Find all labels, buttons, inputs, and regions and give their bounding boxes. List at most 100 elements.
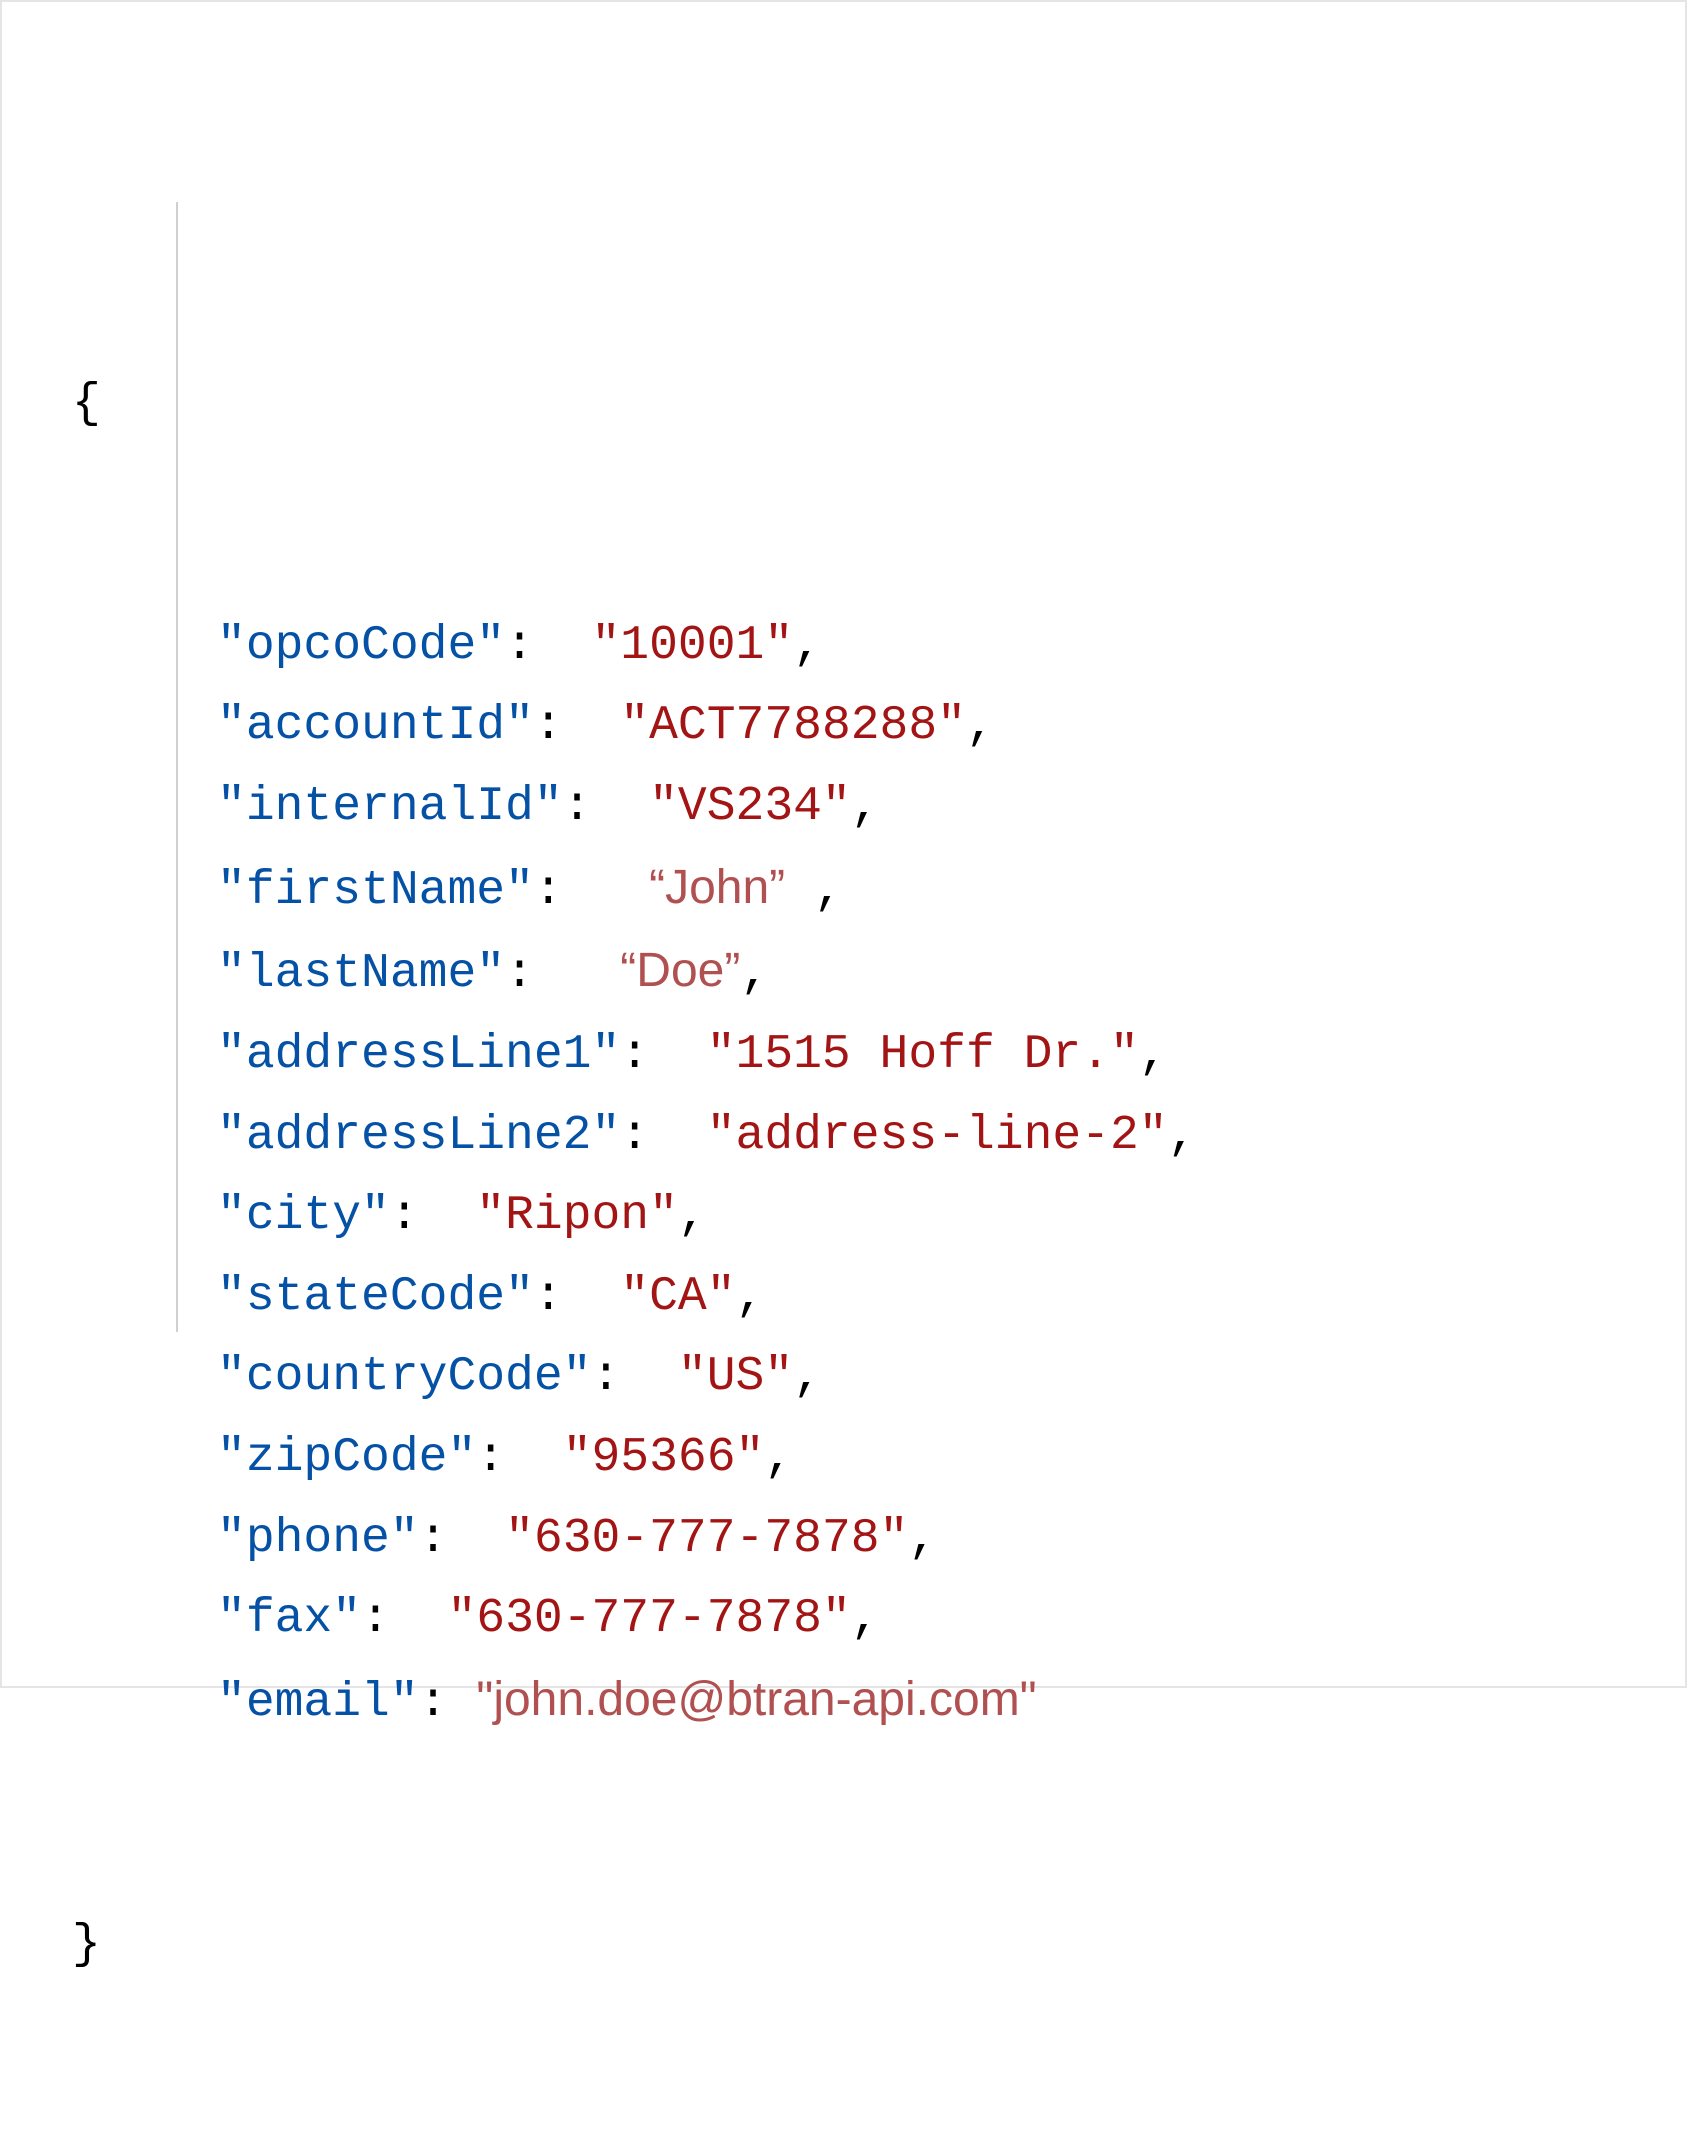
json-value: 630-777-7878 <box>534 1512 880 1566</box>
key-quote: " <box>563 1350 592 1404</box>
json-key: city <box>246 1189 361 1243</box>
value-quote: " <box>880 1512 909 1566</box>
key-quote: " <box>217 1189 246 1243</box>
json-key: addressLine2 <box>246 1109 592 1163</box>
key-quote: " <box>505 1270 534 1324</box>
json-value: "john.doe@btran-api.com" <box>476 1673 1036 1726</box>
comma: , <box>1168 1109 1197 1163</box>
json-value: 10001 <box>620 619 764 673</box>
comma: , <box>764 1431 793 1485</box>
comma: , <box>793 1350 822 1404</box>
colon: : <box>505 619 563 673</box>
json-value: 1515 Hoff Dr. <box>736 1028 1110 1082</box>
colon: : <box>534 1270 592 1324</box>
key-quote: " <box>447 1431 476 1485</box>
json-line: "phone": "630-777-7878", <box>72 1499 1615 1580</box>
key-quote: " <box>217 1350 246 1404</box>
json-key: internalId <box>246 780 534 834</box>
json-key: phone <box>246 1512 390 1566</box>
value-quote: " <box>736 1431 765 1485</box>
value-quote: " <box>822 780 851 834</box>
json-line: "opcoCode": "10001", <box>72 606 1615 687</box>
open-brace: { <box>72 364 1615 445</box>
json-value: US <box>707 1350 765 1404</box>
comma: , <box>793 619 822 673</box>
colon: : <box>534 864 592 918</box>
key-quote: " <box>217 619 246 673</box>
json-line: "accountId": "ACT7788288", <box>72 686 1615 767</box>
json-value: address-line-2 <box>736 1109 1139 1163</box>
json-content: { "opcoCode": "10001","accountId": "ACT7… <box>72 122 1615 2147</box>
json-key: lastName <box>246 947 476 1001</box>
value-quote: " <box>1139 1109 1168 1163</box>
value-quote: " <box>649 780 678 834</box>
key-quote: " <box>217 947 246 1001</box>
colon: : <box>505 947 563 1001</box>
json-key: countryCode <box>246 1350 563 1404</box>
value-quote: " <box>476 1189 505 1243</box>
key-quote: " <box>217 1431 246 1485</box>
colon: : <box>390 1189 448 1243</box>
value-quote: " <box>649 1189 678 1243</box>
json-key: stateCode <box>246 1270 505 1324</box>
json-line: "internalId": "VS234", <box>72 767 1615 848</box>
key-quote: " <box>217 1592 246 1646</box>
json-line: "fax": "630-777-7878", <box>72 1579 1615 1660</box>
comma: , <box>908 1512 937 1566</box>
key-quote: " <box>361 1189 390 1243</box>
colon: : <box>476 1431 534 1485</box>
key-quote: " <box>217 1676 246 1730</box>
colon: : <box>620 1109 678 1163</box>
value-quote: " <box>937 699 966 753</box>
json-line: "email": "john.doe@btran-api.com" <box>72 1660 1615 1744</box>
json-line: "firstName": “John” , <box>72 848 1615 932</box>
key-quote: " <box>217 864 246 918</box>
colon: : <box>419 1676 448 1730</box>
colon: : <box>620 1028 678 1082</box>
json-value: 630-777-7878 <box>476 1592 822 1646</box>
json-key: fax <box>246 1592 332 1646</box>
indent-guide-line <box>176 202 178 1332</box>
key-quote: " <box>476 947 505 1001</box>
value-quote: " <box>591 619 620 673</box>
comma: , <box>1139 1028 1168 1082</box>
json-code-block: { "opcoCode": "10001","accountId": "ACT7… <box>0 0 1687 1688</box>
value-quote: " <box>620 699 649 753</box>
key-quote: " <box>591 1109 620 1163</box>
colon: : <box>534 699 592 753</box>
comma: , <box>814 864 843 918</box>
value-quote: " <box>707 1270 736 1324</box>
json-key: addressLine1 <box>246 1028 592 1082</box>
key-quote: " <box>505 864 534 918</box>
key-quote: " <box>505 699 534 753</box>
value-quote: " <box>764 1350 793 1404</box>
key-quote: " <box>476 619 505 673</box>
json-value: VS234 <box>678 780 822 834</box>
json-key: opcoCode <box>246 619 476 673</box>
json-line: "addressLine1": "1515 Hoff Dr.", <box>72 1015 1615 1096</box>
json-line: "addressLine2": "address-line-2", <box>72 1096 1615 1177</box>
json-line: "lastName": “Doe”, <box>72 931 1615 1015</box>
key-quote: " <box>217 1109 246 1163</box>
json-line: "stateCode": "CA", <box>72 1257 1615 1338</box>
key-quote: " <box>534 780 563 834</box>
key-quote: " <box>591 1028 620 1082</box>
value-quote: " <box>620 1270 649 1324</box>
json-value: 95366 <box>592 1431 736 1485</box>
json-key: accountId <box>246 699 505 753</box>
key-quote: " <box>217 1270 246 1324</box>
comma: , <box>736 1270 765 1324</box>
key-quote: " <box>217 699 246 753</box>
colon: : <box>591 1350 649 1404</box>
json-value: CA <box>649 1270 707 1324</box>
json-value: Ripon <box>505 1189 649 1243</box>
comma: , <box>740 947 769 1001</box>
value-quote: " <box>822 1592 851 1646</box>
key-quote: " <box>332 1592 361 1646</box>
json-line: "zipCode": "95366", <box>72 1418 1615 1499</box>
json-key: firstName <box>246 864 505 918</box>
json-key: email <box>246 1676 390 1730</box>
value-quote: " <box>563 1431 592 1485</box>
value-quote: " <box>505 1512 534 1566</box>
key-quote: " <box>390 1512 419 1566</box>
